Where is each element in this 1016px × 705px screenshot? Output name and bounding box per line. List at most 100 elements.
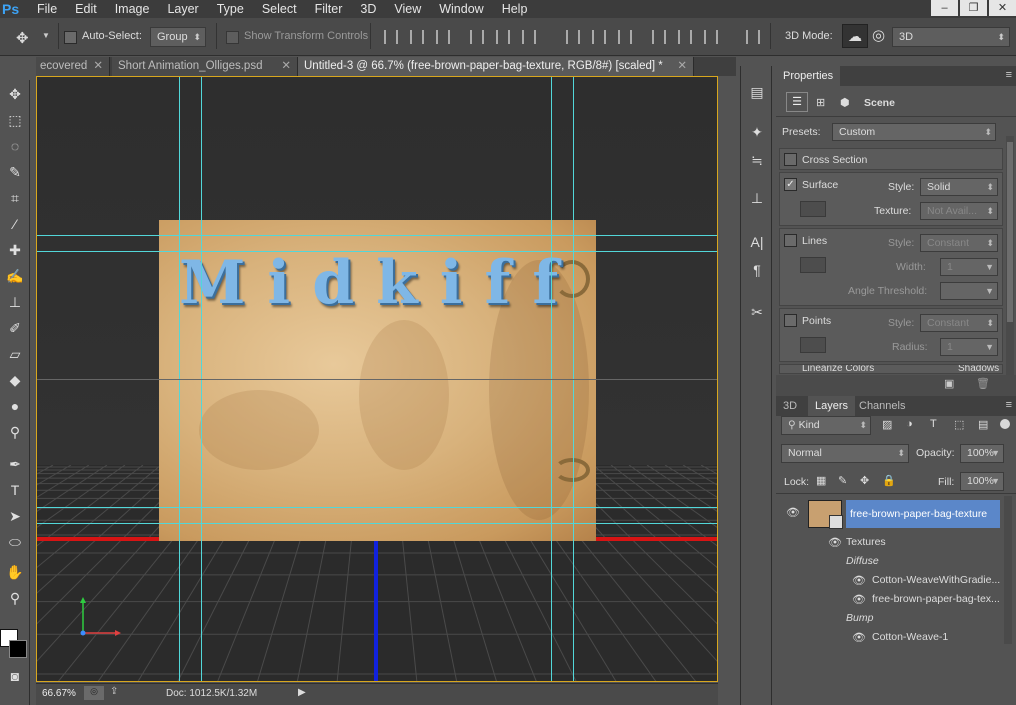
distribute-right-icon[interactable]	[704, 30, 718, 44]
points-color-swatch[interactable]	[800, 337, 826, 353]
hand-tool-icon[interactable]: ✋	[5, 562, 25, 582]
menu-image[interactable]: Image	[106, 0, 159, 18]
tab-3d[interactable]: 3D	[776, 396, 804, 416]
surface-style-dropdown[interactable]: Solid ⬍	[920, 178, 998, 196]
close-button[interactable]: ✕	[989, 0, 1016, 16]
clone-stamp-tool-icon[interactable]: ⊥	[5, 292, 25, 312]
layer-name[interactable]: free-brown-paper-bag-texture	[846, 500, 1000, 528]
menu-filter[interactable]: Filter	[306, 0, 352, 18]
lines-color-swatch[interactable]	[800, 257, 826, 273]
align-hcenter-icon[interactable]	[496, 30, 510, 44]
lock-pixels-icon[interactable]: ✎	[838, 474, 847, 487]
export-icon[interactable]: ⇪	[110, 686, 118, 697]
crop-tool-icon[interactable]: ⌗	[5, 188, 25, 208]
mesh-filter-icon[interactable]: ⊞	[816, 96, 825, 109]
distribute-top-icon[interactable]	[566, 30, 580, 44]
visibility-eye-icon[interactable]: 👁	[852, 595, 866, 606]
properties-tab[interactable]: Properties	[776, 66, 841, 86]
trash-icon[interactable]: 🗑	[976, 377, 990, 390]
history-panel-icon[interactable]: ▤	[747, 82, 767, 102]
filter-toggle-icon[interactable]	[1000, 419, 1010, 429]
3d-render-icon[interactable]: ◎	[84, 686, 104, 700]
fill-input[interactable]: 100% ▼	[960, 472, 1004, 491]
visibility-eye-icon[interactable]: 👁	[852, 633, 866, 644]
layer-comps-icon[interactable]: ⊥	[747, 188, 767, 208]
chevron-down-icon[interactable]: ▼	[42, 31, 50, 40]
presets-dropdown[interactable]: Custom ⬍	[832, 123, 996, 141]
lock-transparent-icon[interactable]: ▦	[816, 474, 826, 487]
document-canvas[interactable]: Midkiff	[36, 76, 718, 682]
lines-style-dropdown[interactable]: Constant ⬍	[920, 234, 998, 252]
adjustment-filter-icon[interactable]: ◑	[906, 418, 913, 430]
paper-texture-plane[interactable]: Midkiff	[159, 220, 596, 541]
menu-layer[interactable]: Layer	[158, 0, 207, 18]
opacity-input[interactable]: 100% ▼	[960, 444, 1004, 463]
points-style-dropdown[interactable]: Constant ⬍	[920, 314, 998, 332]
menu-view[interactable]: View	[385, 0, 430, 18]
healing-tool-icon[interactable]: ✚	[5, 240, 25, 260]
align-top-icon[interactable]	[384, 30, 398, 44]
3d-panel-icon[interactable]: ✦	[747, 122, 767, 142]
align-bottom-icon[interactable]	[436, 30, 450, 44]
roll-3d-icon[interactable]: ◎	[872, 26, 885, 44]
visibility-eye-icon[interactable]: 👁	[828, 538, 842, 549]
quick-mask-icon[interactable]: ◙	[5, 666, 25, 686]
light-filter-icon[interactable]: ⬢	[840, 96, 850, 109]
ellipse-tool-icon[interactable]: ⬭	[5, 532, 25, 552]
zoom-tool-icon[interactable]: ⚲	[5, 588, 25, 608]
tab-short-animation[interactable]: Short Animation_Olliges.psd ✕	[112, 57, 298, 76]
transform-controls-checkbox[interactable]	[226, 31, 239, 44]
texture-item-row[interactable]: 👁 free-brown-paper-bag-tex...	[780, 591, 1002, 609]
panel-menu-icon[interactable]: ≡	[1006, 69, 1012, 81]
smart-filter-icon[interactable]: ▤	[978, 418, 988, 431]
paragraph-panel-icon[interactable]: ¶	[747, 260, 767, 280]
visibility-eye-icon[interactable]: 👁	[786, 508, 800, 519]
image-filter-icon[interactable]: ▨	[882, 418, 892, 431]
auto-select-checkbox[interactable]	[64, 31, 77, 44]
type-filter-icon[interactable]: T	[930, 418, 937, 430]
layer-row[interactable]: 👁 free-brown-paper-bag-texture	[776, 496, 1002, 532]
character-panel-icon[interactable]: A|	[747, 232, 767, 252]
distribute-vcenter-icon[interactable]	[592, 30, 606, 44]
points-checkbox[interactable]	[784, 314, 797, 327]
panel-menu-icon[interactable]: ≡	[1006, 399, 1012, 411]
surface-color-swatch[interactable]	[800, 201, 826, 217]
3d-mode-dropdown[interactable]: 3D	[892, 27, 1010, 47]
properties-scrollbar[interactable]	[1006, 136, 1014, 376]
menu-help[interactable]: Help	[493, 0, 537, 18]
adjust-panel-icon[interactable]: ≒	[747, 150, 767, 170]
auto-align-icon[interactable]	[746, 30, 760, 44]
layer-filter-dropdown[interactable]: ⚲ Kind ⬍	[781, 416, 871, 435]
surface-checkbox[interactable]: ✓	[784, 178, 797, 191]
tab-recovered[interactable]: ecovered ✕	[36, 57, 110, 76]
angle-threshold-input[interactable]: ▼	[940, 282, 998, 300]
align-vcenter-icon[interactable]	[410, 30, 424, 44]
shape-filter-icon[interactable]: ⬚	[954, 418, 964, 431]
menu-select[interactable]: Select	[253, 0, 306, 18]
pen-tool-icon[interactable]: ✒	[5, 454, 25, 474]
menu-3d[interactable]: 3D	[351, 0, 385, 18]
3d-text-midkiff[interactable]: Midkiff	[179, 248, 580, 318]
lines-checkbox[interactable]	[784, 234, 797, 247]
distribute-left-icon[interactable]	[652, 30, 666, 44]
lock-all-icon[interactable]: 🔒	[882, 474, 896, 487]
orbit-3d-icon[interactable]: ☁	[842, 24, 868, 48]
visibility-eye-icon[interactable]: 👁	[852, 576, 866, 587]
lock-position-icon[interactable]: ✥	[860, 474, 869, 487]
distribute-bottom-icon[interactable]	[618, 30, 632, 44]
quick-select-tool-icon[interactable]: ✎	[5, 162, 25, 182]
dodge-tool-icon[interactable]: ⚲	[5, 422, 25, 442]
minimize-button[interactable]: –	[931, 0, 958, 16]
status-menu-arrow-icon[interactable]: ▶	[298, 687, 306, 698]
points-radius-input[interactable]: 1 ▼	[940, 338, 998, 356]
layers-scrollbar[interactable]	[1004, 496, 1012, 644]
lasso-tool-icon[interactable]: ◌	[5, 136, 25, 156]
background-color-swatch[interactable]	[9, 640, 27, 658]
blur-tool-icon[interactable]: ●	[5, 396, 25, 416]
cross-section-checkbox[interactable]	[784, 153, 797, 166]
paint-bucket-tool-icon[interactable]: ◆	[5, 370, 25, 390]
zoom-level[interactable]: 66.67%	[42, 688, 76, 699]
align-left-icon[interactable]	[470, 30, 484, 44]
eraser-tool-icon[interactable]: ▱	[5, 344, 25, 364]
path-select-tool-icon[interactable]: ➤	[5, 506, 25, 526]
